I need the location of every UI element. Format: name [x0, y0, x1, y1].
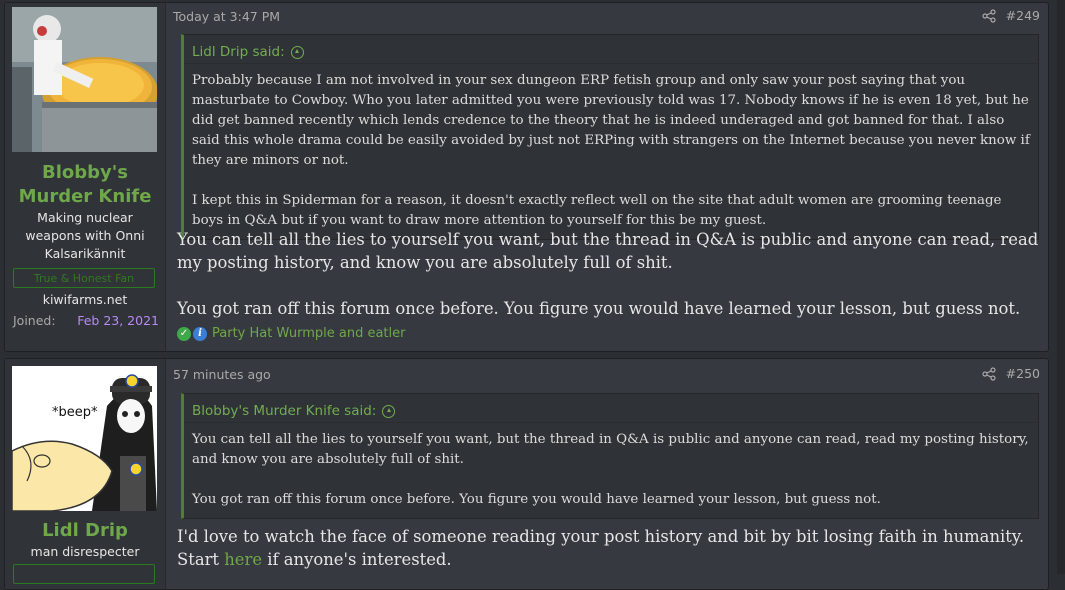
message-paragraph: I'd love to watch the face of someone re…	[177, 525, 1039, 571]
checkmark-reaction-icon: ✓	[177, 326, 191, 341]
post-meta-right: #250	[982, 366, 1040, 381]
page-edge	[1057, 0, 1065, 574]
post-number[interactable]: #249	[1006, 8, 1040, 23]
share-icon[interactable]	[982, 366, 996, 381]
message-paragraph: You got ran off this forum once before. …	[177, 299, 1021, 318]
share-icon[interactable]	[982, 8, 996, 23]
username[interactable]: Lidl Drip	[5, 519, 165, 543]
user-banner	[13, 564, 155, 584]
joined-date: Feb 23, 2021	[77, 313, 159, 328]
user-cell: *beep* Lidl Drip man disrespecter	[5, 359, 166, 589]
quote-paragraph: I kept this in Spiderman for a reason, i…	[192, 193, 1002, 228]
post-250: *beep* Lidl Drip man disrespecter 57 min…	[4, 358, 1049, 590]
user-title: man disrespecter	[30, 544, 140, 559]
user-site: kiwifarms.net	[42, 292, 128, 307]
username-line: Blobby's Murder Knife	[18, 162, 152, 207]
quote-block: Lidl Drip said: Probably because I am no…	[181, 34, 1039, 240]
avatar-caption: *beep*	[52, 405, 98, 420]
reactions-list[interactable]: Party Hat Wurmple and eatler	[212, 326, 405, 341]
username[interactable]: Blobby's Murder Knife	[5, 161, 165, 209]
quote-paragraph: You can tell all the lies to yourself yo…	[192, 432, 1029, 467]
message-paragraph: You can tell all the lies to yourself yo…	[177, 230, 1039, 272]
message-body: You can tell all the lies to yourself yo…	[177, 228, 1039, 320]
go-to-quote-icon[interactable]	[382, 404, 396, 418]
history-link[interactable]: here	[224, 550, 262, 569]
quote-paragraph: Probably because I am not involved in yo…	[192, 73, 1030, 168]
message-text: if anyone's interested.	[262, 550, 452, 569]
user-cell: Blobby's Murder Knife Making nuclear wea…	[5, 3, 166, 351]
quote-header[interactable]: Blobby's Murder Knife said:	[184, 394, 1038, 423]
message-body: I'd love to watch the face of someone re…	[177, 525, 1039, 571]
go-to-quote-icon[interactable]	[290, 45, 304, 59]
post-meta-right: #249	[982, 8, 1040, 23]
user-title: Making nuclear weapons with Onni Kalsari…	[25, 210, 145, 261]
quote-author[interactable]: Blobby's Murder Knife said:	[192, 403, 376, 419]
reactions-bar[interactable]: ✓ i Party Hat Wurmple and eatler	[177, 326, 405, 341]
info-reaction-icon: i	[193, 326, 207, 341]
quote-block: Blobby's Murder Knife said: You can tell…	[181, 393, 1039, 519]
avatar[interactable]: *beep*	[12, 366, 157, 511]
post-time[interactable]: Today at 3:47 PM	[173, 9, 280, 24]
quote-header[interactable]: Lidl Drip said:	[184, 35, 1038, 64]
post-number[interactable]: #250	[1006, 366, 1040, 381]
quote-body: Probably because I am not involved in yo…	[184, 64, 1038, 239]
user-banner: True & Honest Fan	[13, 268, 155, 288]
quote-paragraph: You got ran off this forum once before. …	[192, 492, 881, 507]
post-249: Blobby's Murder Knife Making nuclear wea…	[4, 2, 1049, 352]
avatar[interactable]	[12, 7, 157, 152]
quote-author[interactable]: Lidl Drip said:	[192, 44, 285, 60]
joined-label: Joined:	[13, 313, 56, 328]
post-time[interactable]: 57 minutes ago	[173, 367, 271, 382]
quote-body: You can tell all the lies to yourself yo…	[184, 423, 1038, 518]
